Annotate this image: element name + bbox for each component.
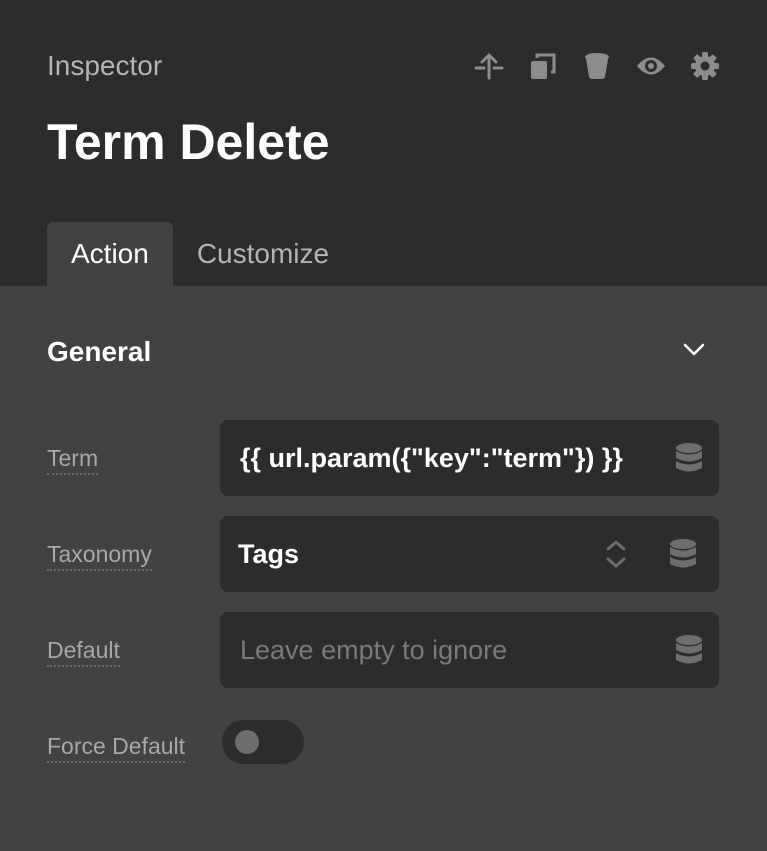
trash-icon[interactable]	[581, 48, 613, 84]
inspector-header: Inspector Term Delete Action Customize	[0, 0, 767, 286]
tab-action[interactable]: Action	[47, 222, 173, 286]
gear-icon[interactable]	[689, 48, 721, 84]
toolbar	[473, 48, 721, 84]
default-label: Default	[47, 636, 120, 667]
term-label: Term	[47, 444, 99, 475]
tab-bar: Action Customize	[47, 222, 353, 286]
force-default-label: Force Default	[47, 732, 186, 763]
page-title: Term Delete	[47, 114, 330, 170]
eye-icon[interactable]	[635, 48, 667, 84]
toggle-knob	[235, 730, 259, 754]
select-arrows-icon[interactable]	[605, 538, 627, 575]
taxonomy-row: Taxonomy Tags	[47, 516, 719, 592]
default-input[interactable]: Leave empty to ignore	[220, 612, 719, 688]
section-general-header[interactable]: General	[47, 330, 719, 374]
force-default-toggle[interactable]	[222, 720, 304, 764]
default-placeholder: Leave empty to ignore	[240, 634, 508, 665]
term-row: Term {{ url.param({"key":"term"}) }}	[47, 420, 719, 496]
force-default-row: Force Default	[47, 708, 719, 784]
chevron-down-icon	[683, 343, 705, 362]
database-icon[interactable]	[675, 634, 703, 671]
tab-customize[interactable]: Customize	[173, 222, 353, 286]
move-up-icon[interactable]	[473, 48, 505, 84]
database-icon[interactable]	[669, 538, 697, 575]
duplicate-icon[interactable]	[527, 48, 559, 84]
taxonomy-label: Taxonomy	[47, 540, 152, 571]
default-row: Default Leave empty to ignore	[47, 612, 719, 688]
taxonomy-value: Tags	[238, 538, 300, 569]
taxonomy-select[interactable]: Tags	[220, 516, 719, 592]
database-icon[interactable]	[675, 442, 703, 479]
section-title: General	[47, 336, 152, 367]
term-input[interactable]: {{ url.param({"key":"term"}) }}	[220, 420, 719, 496]
panel-title: Inspector	[47, 50, 163, 81]
term-value: {{ url.param({"key":"term"}) }}	[240, 442, 623, 473]
